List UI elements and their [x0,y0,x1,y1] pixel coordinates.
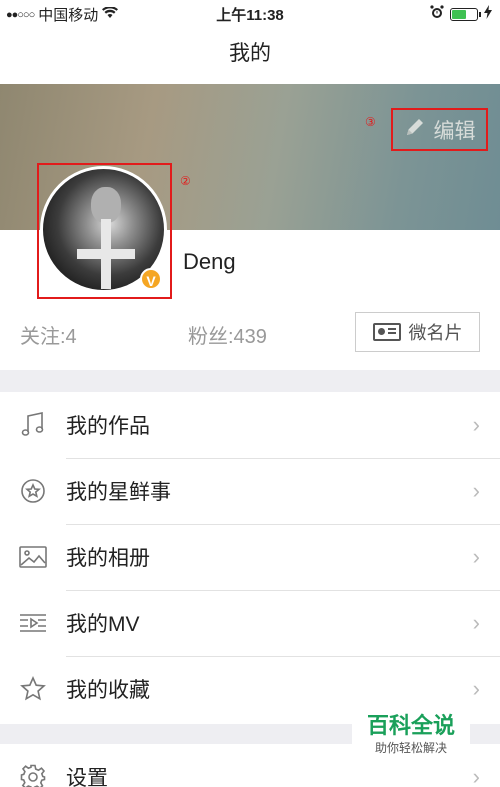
alarm-icon [430,5,444,23]
chevron-right-icon: › [472,610,480,635]
battery-icon [450,7,481,21]
verified-badge: V [140,268,162,290]
settings-label: 设置 [66,767,108,787]
fans-count[interactable]: 粉丝:439 [188,320,267,349]
follow-count[interactable]: 关注:4 [20,320,77,349]
menu-item-album[interactable]: 我的相册 › [0,524,500,590]
menu-item-label: 我的收藏 [66,679,150,702]
status-right [430,5,492,23]
watermark-logo: 百科全说 助你轻松解决 [352,712,470,762]
menu-item-mv[interactable]: 我的MV › [0,590,500,656]
charging-icon [484,5,492,23]
business-card-button[interactable]: 微名片 [355,312,480,352]
star-outline-icon [0,676,66,702]
chevron-right-icon: › [472,764,480,787]
chevron-right-icon: › [472,478,480,503]
avatar-marker: ② [180,174,191,188]
watermark-title: 百科全说 [366,713,455,738]
mv-icon [0,613,66,633]
status-bar: ●●○○○ 中国移动 上午11:38 [0,0,500,28]
status-time: 上午11:38 [216,7,284,24]
menu-item-label: 我的星鲜事 [66,481,171,504]
section-divider [0,370,500,392]
watermark-subtitle: 助你轻松解决 [374,741,447,755]
menu-item-works[interactable]: 我的作品 › [0,392,500,458]
menu-item-label: 我的相册 [66,547,150,570]
chevron-right-icon: › [472,676,480,701]
star-circle-icon [0,478,66,504]
gear-icon [0,764,66,787]
card-label: 微名片 [408,323,463,343]
edit-label: 编辑 [433,119,476,143]
menu-list: 我的作品 › 我的星鲜事 › 我的相册 › 我的MV › 我的收藏 › [0,392,500,722]
menu-item-star-news[interactable]: 我的星鲜事 › [0,458,500,524]
menu-item-label: 我的MV [66,613,140,636]
profile-stats: 关注:4 粉丝:439 微名片 [0,310,500,360]
photo-album-icon [0,546,66,568]
username: Deng [183,249,236,274]
edit-marker: ③ [365,115,376,129]
pencil-icon [404,116,426,144]
id-card-icon [372,323,401,341]
music-note-icon [0,412,66,438]
chevron-right-icon: › [472,412,480,437]
edit-profile-button[interactable]: 编辑 [391,108,488,151]
page-title: 我的 [229,42,271,65]
chevron-right-icon: › [472,544,480,569]
menu-item-label: 我的作品 [66,415,150,438]
